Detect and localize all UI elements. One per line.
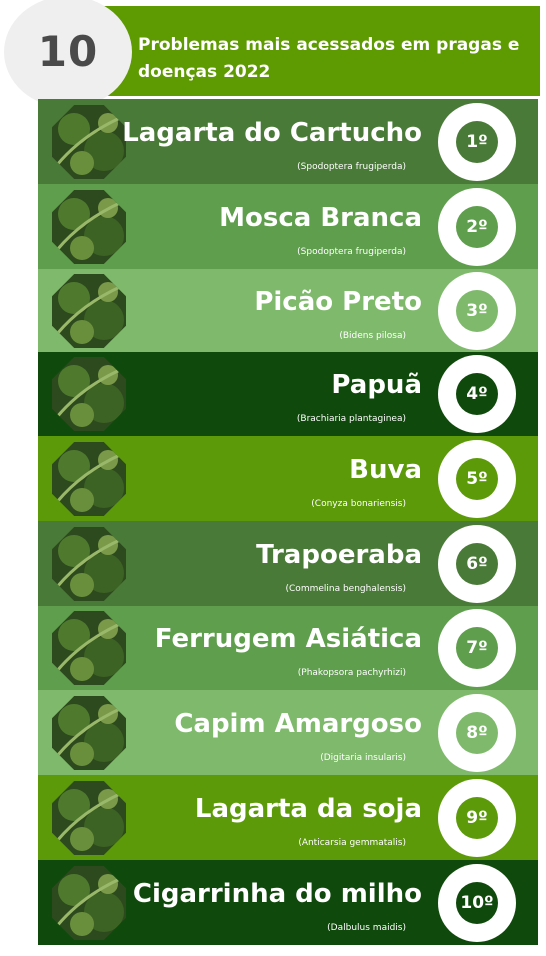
pest-name: Trapoeraba: [256, 540, 422, 570]
rank-badge: 2º: [438, 188, 516, 266]
pest-photo: [52, 696, 126, 770]
rank-number: 3º: [456, 290, 498, 332]
pest-name: Buva: [349, 455, 422, 485]
scientific-name: (Phakopsora pachyrhizi): [297, 668, 406, 678]
pest-name: Capim Amargoso: [174, 709, 422, 739]
pest-name: Papuã: [331, 370, 422, 400]
rank-badge: 6º: [438, 525, 516, 603]
top10-badge: 10: [4, 0, 132, 108]
pest-photo: [52, 866, 126, 940]
pest-photo: [52, 105, 126, 179]
rank-badge: 8º: [438, 694, 516, 772]
ranking-row: Picão Preto (Bidens pilosa) 3º: [38, 269, 538, 352]
scientific-name: (Spodoptera frugiperda): [297, 247, 406, 257]
ranking-row: Buva (Conyza bonariensis) 5º: [38, 436, 538, 521]
rank-number: 10º: [456, 882, 498, 924]
pest-photo: [52, 357, 126, 431]
pest-name: Lagarta da soja: [194, 794, 422, 824]
pest-name: Mosca Branca: [219, 203, 422, 233]
rank-number: 5º: [456, 458, 498, 500]
ranking-row: Lagarta da soja (Anticarsia gemmatalis) 9º: [38, 775, 538, 860]
pest-photo: [52, 442, 126, 516]
ranking-row: Papuã (Brachiaria plantaginea) 4º: [38, 352, 538, 436]
ranking-row: Trapoeraba (Commelina benghalensis) 6º: [38, 521, 538, 606]
ranking-row: Lagarta do Cartucho (Spodoptera frugiperd…: [38, 99, 538, 184]
scientific-name: (Anticarsia gemmatalis): [298, 838, 406, 848]
rank-number: 1º: [456, 121, 498, 163]
pest-photo: [52, 190, 126, 264]
ranking-row: Ferrugem Asiática (Phakopsora pachyrhizi)…: [38, 606, 538, 690]
pest-name: Cigarrinha do milho: [132, 879, 422, 909]
pest-name: Picão Preto: [254, 287, 422, 317]
scientific-name: (Commelina benghalensis): [285, 584, 406, 594]
rank-badge: 9º: [438, 779, 516, 857]
rank-number: 4º: [456, 373, 498, 415]
ranking-row: Mosca Branca (Spodoptera frugiperda) 2º: [38, 184, 538, 269]
scientific-name: (Conyza bonariensis): [311, 499, 406, 509]
rank-badge: 5º: [438, 440, 516, 518]
scientific-name: (Bidens pilosa): [339, 331, 406, 341]
pest-name: Lagarta do Cartucho: [122, 118, 422, 148]
badge-number: 10: [37, 27, 99, 76]
rank-badge: 4º: [438, 355, 516, 433]
rank-number: 9º: [456, 797, 498, 839]
rank-badge: 10º: [438, 864, 516, 942]
header-banner: Problemas mais acessados em pragas e doe…: [100, 6, 540, 96]
scientific-name: (Dalbulus maidis): [327, 923, 406, 933]
rank-number: 8º: [456, 712, 498, 754]
ranking-row: Capim Amargoso (Digitaria insularis) 8º: [38, 690, 538, 775]
pest-name: Ferrugem Asiática: [154, 624, 422, 654]
scientific-name: (Digitaria insularis): [320, 753, 406, 763]
rank-number: 6º: [456, 543, 498, 585]
rank-badge: 7º: [438, 609, 516, 687]
rank-number: 7º: [456, 627, 498, 669]
rank-number: 2º: [456, 206, 498, 248]
pest-photo: [52, 781, 126, 855]
rank-badge: 1º: [438, 103, 516, 181]
ranking-row: Cigarrinha do milho (Dalbulus maidis) 10º: [38, 860, 538, 945]
pest-photo: [52, 611, 126, 685]
pest-photo: [52, 527, 126, 601]
rank-badge: 3º: [438, 272, 516, 350]
header-title: Problemas mais acessados em pragas e doe…: [138, 35, 520, 82]
pest-photo: [52, 274, 126, 348]
scientific-name: (Spodoptera frugiperda): [297, 162, 406, 172]
scientific-name: (Brachiaria plantaginea): [296, 414, 406, 424]
